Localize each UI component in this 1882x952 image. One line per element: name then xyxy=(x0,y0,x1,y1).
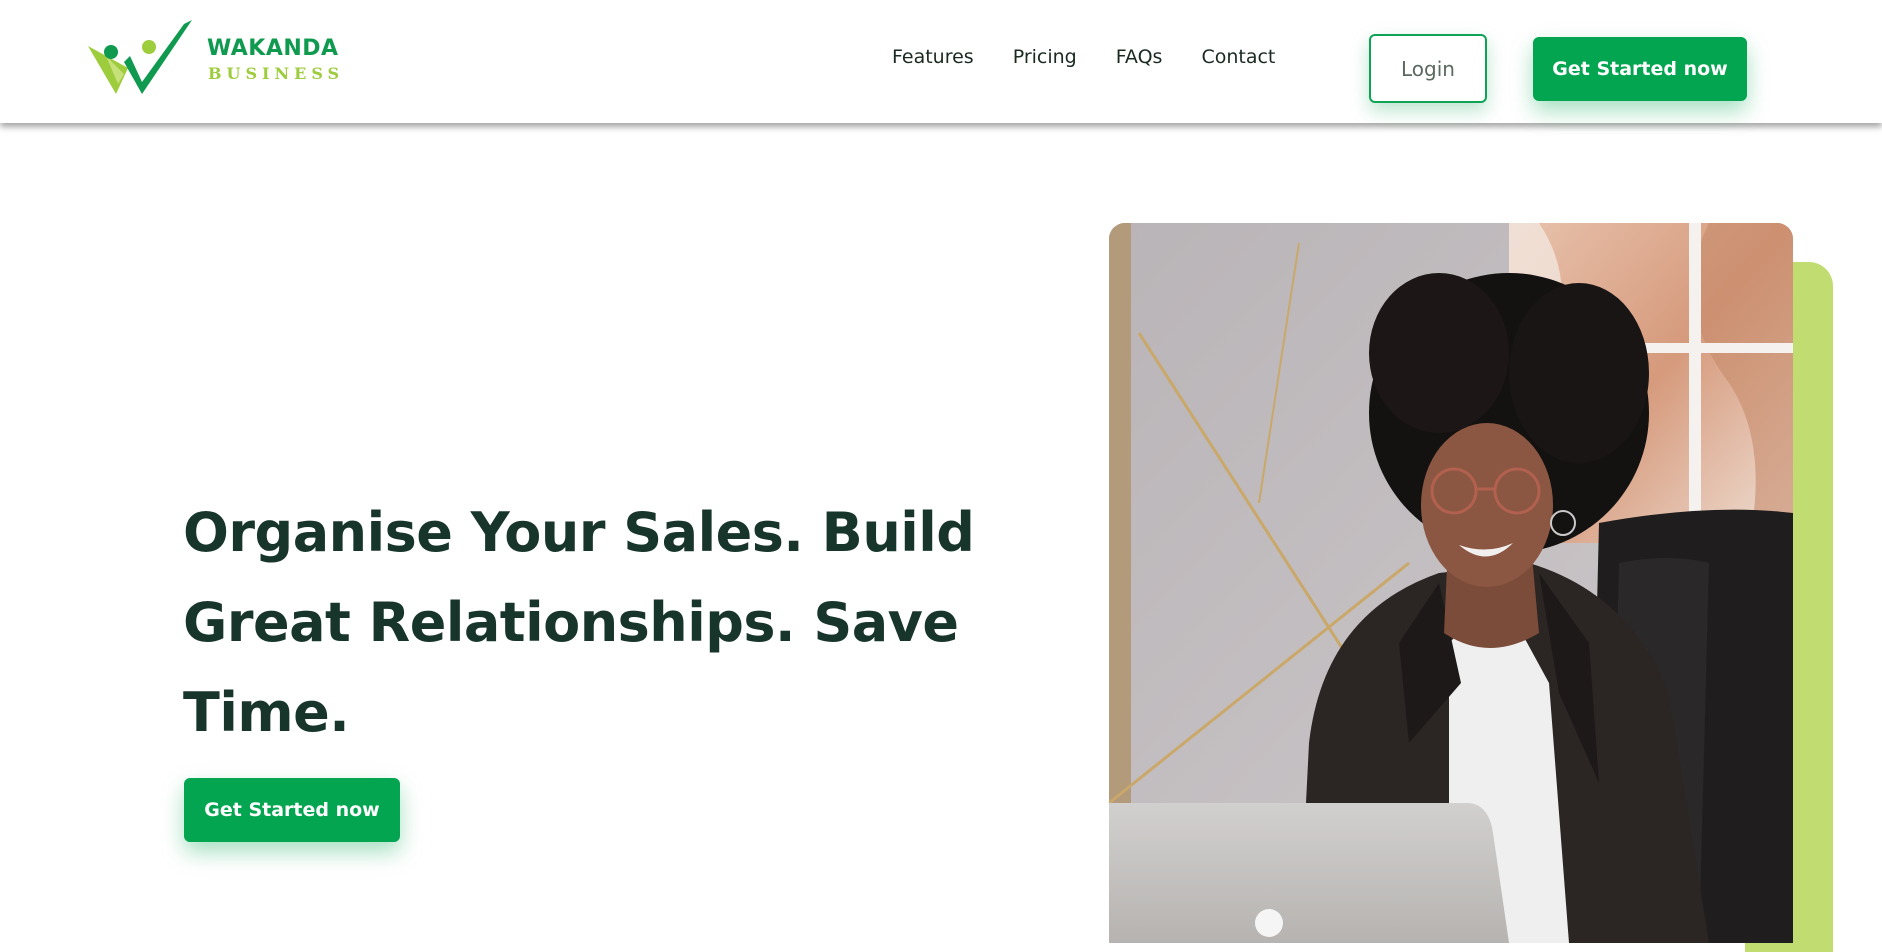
hero-photo xyxy=(1109,223,1793,943)
hero-get-started-button[interactable]: Get Started now xyxy=(184,778,400,842)
hero-title-line-2: Great Relationships. Save xyxy=(183,591,959,654)
brand-logo-mark xyxy=(88,20,192,94)
header-get-started-button[interactable]: Get Started now xyxy=(1533,37,1747,101)
site-header: WAKANDA BUSINESS Features Pricing FAQs C… xyxy=(0,0,1882,123)
nav-link-features[interactable]: Features xyxy=(892,46,974,68)
hero-title: Organise Your Sales. Build Great Relatio… xyxy=(183,488,983,758)
hero-title-line-1: Organise Your Sales. Build xyxy=(183,501,975,564)
hero-title-line-3: Time. xyxy=(183,681,350,744)
login-button[interactable]: Login xyxy=(1369,34,1487,103)
brand-logo[interactable]: WAKANDA BUSINESS xyxy=(84,16,344,98)
brand-tagline: BUSINESS xyxy=(208,64,345,83)
main-nav: Features Pricing FAQs Contact xyxy=(892,46,1275,68)
hero-photo-illustration xyxy=(1109,223,1793,943)
brand-name: WAKANDA xyxy=(207,36,339,61)
nav-link-contact[interactable]: Contact xyxy=(1201,46,1275,68)
nav-link-pricing[interactable]: Pricing xyxy=(1013,46,1077,68)
nav-link-faqs[interactable]: FAQs xyxy=(1116,46,1163,68)
